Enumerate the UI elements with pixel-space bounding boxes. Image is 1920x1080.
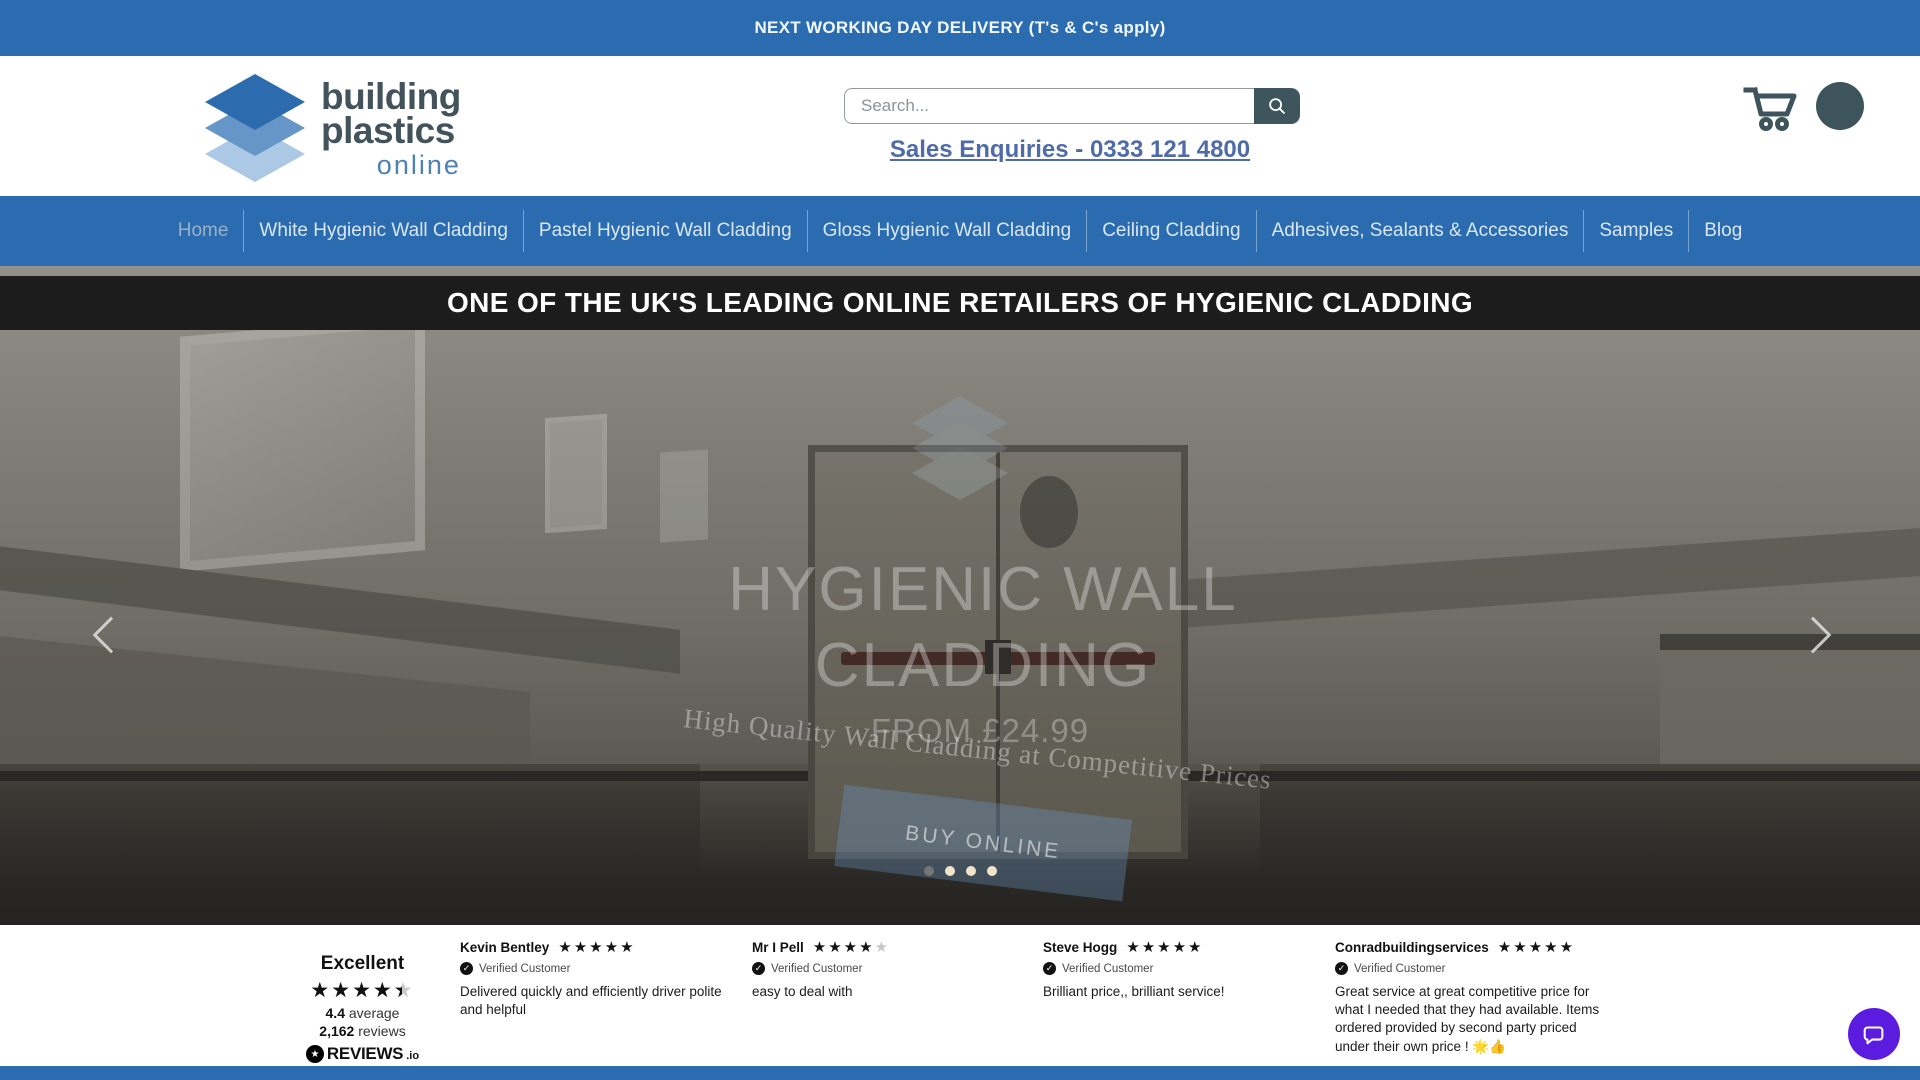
main-nav-list: HomeWhite Hygienic Wall CladdingPastel H… (163, 210, 1758, 252)
review-stars: ★★★★★ (1126, 938, 1203, 956)
verified-check-icon: ✓ (1043, 962, 1056, 975)
site-logo[interactable]: building plastics online (205, 74, 461, 184)
verified-check-icon: ✓ (460, 962, 473, 975)
search-input[interactable] (844, 88, 1300, 124)
tagline-banner-text: ONE OF THE UK'S LEADING ONLINE RETAILERS… (447, 287, 1473, 319)
hero-watermark-logo (912, 396, 1008, 516)
reviews-io-logo[interactable]: ★ REVIEWS .io (290, 1044, 435, 1064)
reviewer-name: Steve Hogg (1043, 940, 1117, 955)
search-bar (844, 88, 1300, 124)
nav-item-pastel-hygienic-wall-cladding[interactable]: Pastel Hygienic Wall Cladding (524, 220, 807, 242)
review-text: Great service at great competitive price… (1335, 983, 1607, 1056)
logo-word-building: building (321, 80, 461, 114)
review-card-conradbuildingservices: Conradbuildingservices ★★★★★ ✓ Verified Cus… (1335, 938, 1607, 1056)
reviews-summary: Excellent ★★★★★★★★★★ 4.4 average 2,162 r… (290, 953, 435, 1064)
verified-customer-row: ✓ Verified Customer (1043, 962, 1315, 975)
sales-enquiries-link[interactable]: Sales Enquiries - 0333 121 4800 (890, 136, 1250, 163)
account-avatar[interactable] (1816, 82, 1864, 130)
reviews-summary-stars-fill: ★★★★★ (310, 977, 402, 1003)
logo-text: building plastics online (321, 74, 461, 184)
nav-item-samples[interactable]: Samples (1584, 220, 1688, 242)
carousel-dots (0, 866, 1920, 876)
nav-item-adhesives-sealants-accessories[interactable]: Adhesives, Sealants & Accessories (1257, 220, 1584, 242)
verified-label: Verified Customer (771, 963, 862, 975)
verified-label: Verified Customer (479, 963, 570, 975)
verified-customer-row: ✓ Verified Customer (1335, 962, 1607, 975)
nav-item-ceiling-cladding[interactable]: Ceiling Cladding (1087, 220, 1255, 242)
reviewer-name: Kevin Bentley (460, 940, 549, 955)
review-text: Brilliant price,, brilliant service! (1043, 983, 1315, 1001)
reviews-summary-stars: ★★★★★★★★★★ (310, 977, 414, 1003)
cart-button[interactable] (1740, 80, 1802, 134)
carousel-dot-1[interactable] (924, 866, 934, 876)
reviews-rating-label: Excellent (290, 953, 435, 975)
reviewer-name: Conradbuildingservices (1335, 940, 1489, 955)
review-card-steve-hogg: Steve Hogg ★★★★★ ✓ Verified Customer Brillia… (1043, 938, 1315, 1001)
buy-online-label: BUY ONLINE (904, 822, 1063, 865)
footer-strip (0, 1066, 1920, 1080)
carousel-dot-2[interactable] (945, 866, 955, 876)
reviews-count: 2,162 reviews (290, 1023, 435, 1039)
verified-label: Verified Customer (1354, 963, 1445, 975)
reviews-io-star-icon: ★ (306, 1045, 324, 1063)
reviews-section: Excellent ★★★★★★★★★★ 4.4 average 2,162 r… (0, 925, 1920, 1066)
carousel-dot-4[interactable] (987, 866, 997, 876)
nav-item-white-hygienic-wall-cladding[interactable]: White Hygienic Wall Cladding (244, 220, 523, 242)
reviews-average: 4.4 average (290, 1005, 435, 1021)
hero-title-line2: CLADDING (0, 630, 1920, 701)
review-card-mr-i-pell: Mr I Pell ★★★★★ ✓ Verified Customer easy to … (752, 938, 1024, 1001)
main-nav: HomeWhite Hygienic Wall CladdingPastel H… (0, 196, 1920, 266)
review-card-kevin-bentley: Kevin Bentley ★★★★★ ✓ Verified Customer Deli… (460, 938, 732, 1019)
chat-bubble-icon (1861, 1021, 1887, 1047)
delivery-banner-text: NEXT WORKING DAY DELIVERY (T's & C's app… (754, 18, 1165, 38)
hero-carousel-slide[interactable]: HYGIENIC WALL CLADDING FROM £24.99 High … (0, 266, 1920, 925)
verified-customer-row: ✓ Verified Customer (752, 962, 1024, 975)
review-stars: ★★★★★ (558, 938, 635, 956)
review-stars: ★★★★★ (813, 938, 890, 956)
carousel-dot-3[interactable] (966, 866, 976, 876)
nav-item-home[interactable]: Home (163, 220, 244, 242)
verified-check-icon: ✓ (1335, 962, 1348, 975)
chat-widget-button[interactable] (1848, 1008, 1900, 1060)
review-text: Delivered quickly and efficiently driver… (460, 983, 732, 1019)
verified-check-icon: ✓ (752, 962, 765, 975)
magnifier-icon (1266, 95, 1288, 117)
nav-item-blog[interactable]: Blog (1689, 220, 1757, 242)
hero-title-line1: HYGIENIC WALL (0, 554, 1920, 625)
delivery-banner: NEXT WORKING DAY DELIVERY (T's & C's app… (0, 0, 1920, 56)
review-stars: ★★★★★ (1498, 938, 1575, 956)
sales-enquiries: Sales Enquiries - 0333 121 4800 (790, 136, 1350, 164)
cart-icon (1740, 80, 1802, 134)
verified-customer-row: ✓ Verified Customer (460, 962, 732, 975)
tagline-banner: ONE OF THE UK'S LEADING ONLINE RETAILERS… (0, 276, 1920, 330)
search-button[interactable] (1254, 88, 1300, 124)
header: building plastics online Sales Enquiries… (0, 56, 1920, 196)
reviewer-name: Mr I Pell (752, 940, 804, 955)
review-text: easy to deal with (752, 983, 1024, 1001)
nav-item-gloss-hygienic-wall-cladding[interactable]: Gloss Hygienic Wall Cladding (808, 220, 1087, 242)
verified-label: Verified Customer (1062, 963, 1153, 975)
logo-diamonds-icon (205, 74, 309, 184)
logo-word-plastics: plastics (321, 114, 461, 148)
logo-word-online: online (321, 150, 461, 181)
